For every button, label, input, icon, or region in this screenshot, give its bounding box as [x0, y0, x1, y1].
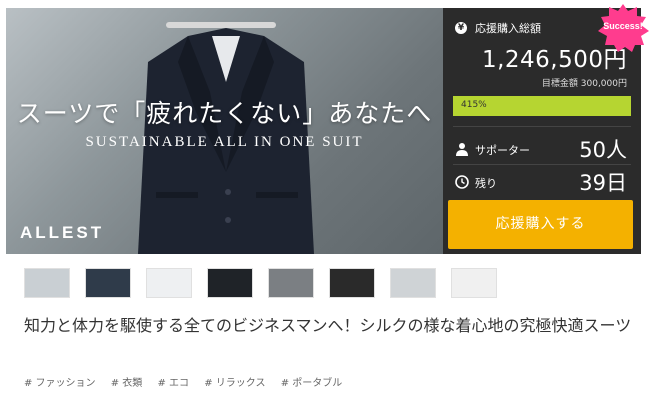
- goal-amount: 目標金額 300,000円: [541, 79, 627, 89]
- supporters-value: 50人: [579, 138, 627, 162]
- divider: [453, 126, 631, 127]
- project-title: 知力と体力を駆使する全てのビジネスマンへ！シルクの様な着心地の究極快適スーツ: [24, 316, 632, 335]
- person-icon: [456, 143, 468, 156]
- progress-percent: 415%: [461, 100, 487, 110]
- tag-list: # ファッション # 衣類 # エコ # リラックス # ポータブル: [24, 374, 354, 389]
- brand-logo: ALLEST: [20, 223, 105, 242]
- supporters-label: サポーター: [475, 144, 530, 157]
- tag[interactable]: # ポータブル: [281, 374, 343, 389]
- support-purchase-button[interactable]: 応援購入する: [448, 200, 633, 249]
- tag[interactable]: # ファッション: [24, 374, 96, 389]
- remaining-label: 残り: [475, 177, 497, 190]
- divider: [453, 164, 631, 165]
- yen-icon: ¥: [455, 22, 467, 34]
- tag[interactable]: # エコ: [158, 374, 190, 389]
- thumbnail-4[interactable]: [207, 268, 253, 298]
- total-label: 応援購入総額: [475, 22, 541, 35]
- remaining-value: 39日: [579, 171, 627, 195]
- badge-label: Success!: [603, 21, 643, 31]
- hero-headline: スーツで「疲れたくない」あなたへ: [16, 99, 433, 128]
- thumbnail-5[interactable]: [268, 268, 314, 298]
- clock-icon: [455, 175, 469, 189]
- hero-subline: SUSTAINABLE ALL IN ONE SUIT: [85, 134, 364, 150]
- tag[interactable]: # 衣類: [111, 374, 143, 389]
- thumbnail-8[interactable]: [451, 268, 497, 298]
- success-badge: Success!: [596, 4, 650, 52]
- thumbnail-7[interactable]: [390, 268, 436, 298]
- thumbnail-1[interactable]: [24, 268, 70, 298]
- tag[interactable]: # リラックス: [204, 374, 265, 389]
- thumbnail-3[interactable]: [146, 268, 192, 298]
- thumbnail-2[interactable]: [85, 268, 131, 298]
- progress-bar: 415%: [453, 96, 631, 116]
- hero-image[interactable]: スーツで「疲れたくない」あなたへ SUSTAINABLE ALL IN ONE …: [6, 8, 443, 254]
- thumbnail-6[interactable]: [329, 268, 375, 298]
